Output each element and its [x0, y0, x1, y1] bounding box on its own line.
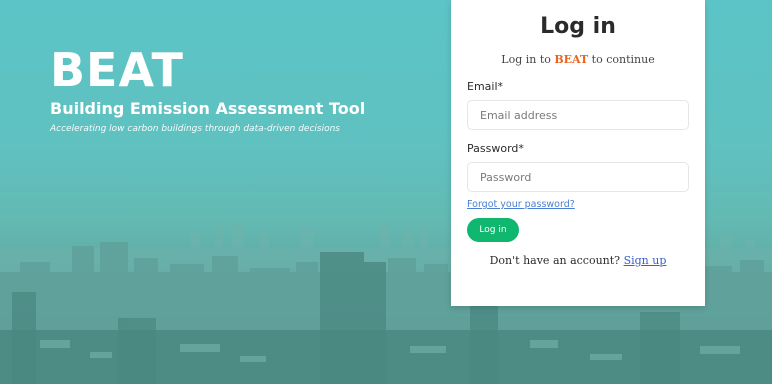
- login-subtitle-suffix: to continue: [588, 53, 655, 66]
- email-input[interactable]: [467, 100, 689, 130]
- login-card: Log in Log in to BEAT to continue Email*…: [451, 0, 705, 306]
- password-input[interactable]: [467, 162, 689, 192]
- signup-prompt: Don't have an account? Sign up: [467, 254, 689, 267]
- hero-section: BEAT Building Emission Assessment Tool A…: [50, 44, 365, 136]
- login-button[interactable]: Log in: [467, 218, 519, 242]
- login-title: Log in: [540, 14, 616, 39]
- hero-tagline: Accelerating low carbon buildings throug…: [50, 124, 340, 134]
- signup-link[interactable]: Sign up: [624, 254, 667, 267]
- login-subtitle-brand: BEAT: [554, 53, 589, 66]
- login-subtitle: Log in to BEAT to continue: [467, 52, 689, 68]
- email-label: Email*: [467, 80, 504, 93]
- password-label: Password*: [467, 142, 524, 155]
- login-subtitle-prefix: Log in to: [501, 53, 555, 66]
- forgot-password-link[interactable]: Forgot your password?: [467, 198, 575, 212]
- hero-subtitle: Building Emission Assessment Tool: [50, 99, 366, 118]
- hero-title: BEAT: [50, 43, 184, 97]
- signup-prompt-text: Don't have an account?: [489, 254, 624, 267]
